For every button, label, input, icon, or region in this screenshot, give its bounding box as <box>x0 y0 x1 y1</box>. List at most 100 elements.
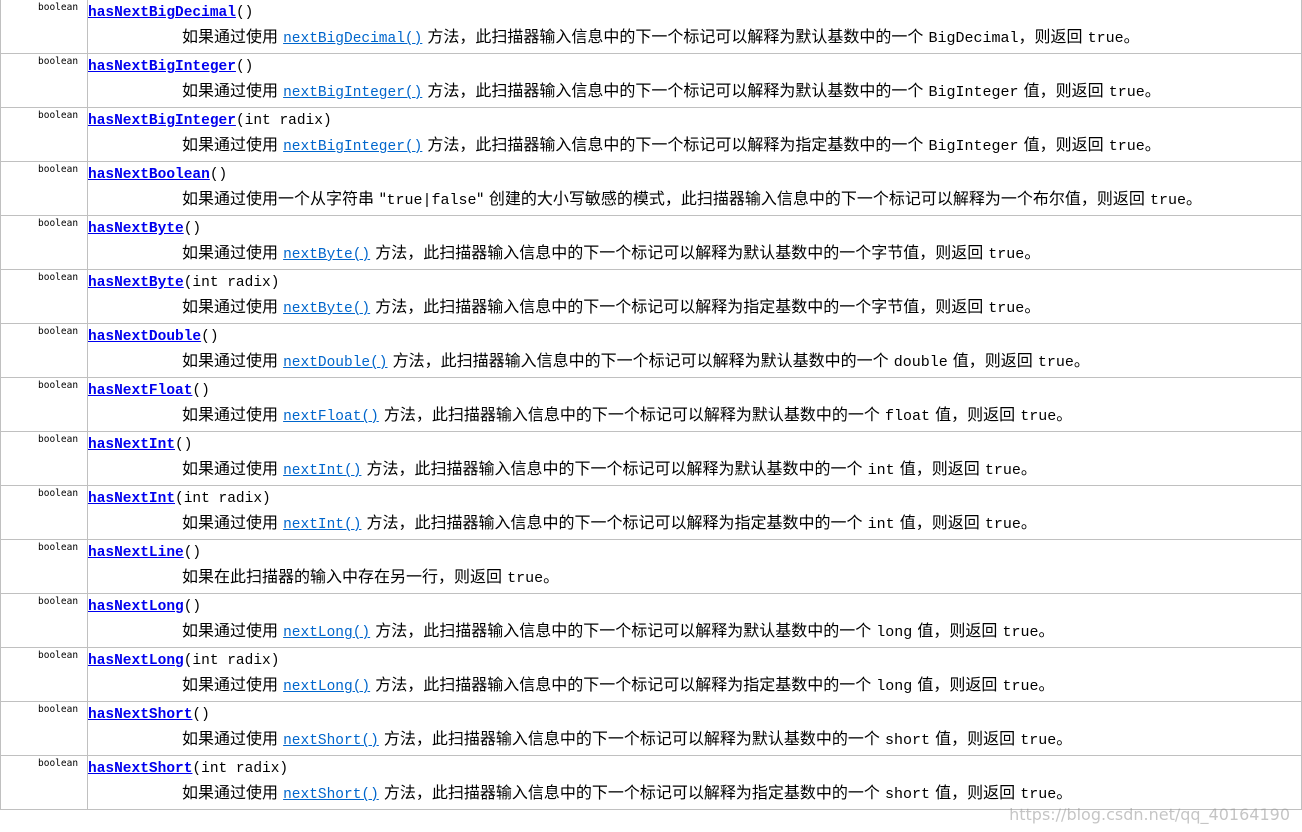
method-description: 如果通过使用 nextBigDecimal() 方法，此扫描器输入信息中的下一个… <box>88 26 1301 53</box>
method-params: () <box>235 59 254 75</box>
method-row: boolean hasNextShort(int radix) 如果通过使用 nex… <box>0 755 1302 810</box>
code-literal: int <box>867 516 895 533</box>
code-literal: true <box>988 246 1025 263</box>
description-text: 值，则返回 <box>1018 135 1109 154</box>
method-detail-cell: hasNextLong(int radix) 如果通过使用 nextLong() … <box>87 647 1302 702</box>
method-signature: hasNextLong(int radix) <box>88 648 1301 674</box>
description-text: " 创建的大小写敏感的模式，此扫描器输入信息中的下一个标记可以解释为一个布尔值，… <box>476 189 1151 208</box>
method-signature: hasNextInt() <box>88 432 1301 458</box>
method-row: boolean hasNextLong() 如果通过使用 nextLong() 方法… <box>0 593 1302 648</box>
return-type: boolean <box>38 542 79 553</box>
method-detail-cell: hasNextShort(int radix) 如果通过使用 nextShort(… <box>87 755 1302 810</box>
method-row: boolean hasNextInt() 如果通过使用 nextInt() 方法，此… <box>0 431 1302 486</box>
code-literal: true <box>1002 624 1039 641</box>
return-type: boolean <box>38 272 79 283</box>
method-params: (int radix) <box>183 653 280 669</box>
method-signature: hasNextBigDecimal() <box>88 0 1301 26</box>
method-reference-link[interactable]: nextLong() <box>283 625 370 641</box>
description-text: 值，则返回 <box>1018 81 1109 100</box>
method-name-link[interactable]: hasNextFloat <box>88 383 192 399</box>
method-reference-link[interactable]: nextInt() <box>283 517 361 533</box>
return-type: boolean <box>38 434 79 445</box>
method-params: () <box>183 599 202 615</box>
method-reference-link[interactable]: nextBigInteger() <box>283 139 422 155</box>
code-literal: true <box>1150 192 1187 209</box>
method-name-link[interactable]: hasNextInt <box>88 491 175 507</box>
method-reference-link[interactable]: nextBigDecimal() <box>283 31 422 47</box>
method-name-link[interactable]: hasNextLine <box>88 545 184 561</box>
description-text: 值，则返回 <box>912 675 1003 694</box>
return-type-cell: boolean <box>0 755 88 810</box>
description-text: 如果通过使用 <box>182 243 284 262</box>
description-text: 值，则返回 <box>912 621 1003 640</box>
method-name-link[interactable]: hasNextByte <box>88 221 184 237</box>
method-reference-link[interactable]: nextFloat() <box>283 409 379 425</box>
code-literal: int <box>867 462 895 479</box>
method-reference-link[interactable]: nextShort() <box>283 787 379 803</box>
description-text: 如果通过使用 <box>182 675 284 694</box>
method-reference-link[interactable]: nextShort() <box>283 733 379 749</box>
method-reference-link[interactable]: nextBigInteger() <box>283 85 422 101</box>
description-text: 。 <box>1056 783 1073 802</box>
description-text: 。 <box>1186 189 1203 208</box>
method-row: boolean hasNextInt(int radix) 如果通过使用 nextI… <box>0 485 1302 540</box>
code-literal: true <box>1002 678 1039 695</box>
method-reference-link[interactable]: nextDouble() <box>283 355 387 371</box>
method-description: 如果通过使用 nextByte() 方法，此扫描器输入信息中的下一个标记可以解释… <box>88 242 1301 269</box>
description-text: 方法，此扫描器输入信息中的下一个标记可以解释为指定基数中的一个 <box>361 513 868 532</box>
description-text: 方法，此扫描器输入信息中的下一个标记可以解释为默认基数中的一个 <box>370 621 877 640</box>
return-type-cell: boolean <box>0 431 88 486</box>
method-reference-link[interactable]: nextInt() <box>283 463 361 479</box>
method-description: 如果通过使用 nextFloat() 方法，此扫描器输入信息中的下一个标记可以解… <box>88 404 1301 431</box>
method-name-link[interactable]: hasNextBoolean <box>88 167 210 183</box>
method-params: () <box>175 437 193 453</box>
method-description: 如果通过使用 nextBigInteger() 方法，此扫描器输入信息中的下一个… <box>88 80 1301 107</box>
description-text: 如果通过使用 <box>182 27 284 46</box>
method-row: boolean hasNextBigInteger() 如果通过使用 nextBig… <box>0 53 1302 108</box>
method-detail-cell: hasNextInt() 如果通过使用 nextInt() 方法，此扫描器输入信息… <box>87 431 1302 486</box>
method-name-link[interactable]: hasNextBigDecimal <box>88 5 236 21</box>
method-name-link[interactable]: hasNextByte <box>88 275 184 291</box>
method-name-link[interactable]: hasNextBigInteger <box>88 59 236 75</box>
description-text: 方法，此扫描器输入信息中的下一个标记可以解释为默认基数中的一个字节值，则返回 <box>370 243 989 262</box>
return-type: boolean <box>38 488 79 499</box>
method-reference-link[interactable]: nextByte() <box>283 301 370 317</box>
code-literal: true <box>1037 354 1074 371</box>
description-text: 方法，此扫描器输入信息中的下一个标记可以解释为默认基数中的一个 <box>378 729 885 748</box>
method-detail-cell: hasNextDouble() 如果通过使用 nextDouble() 方法，此扫… <box>87 323 1302 378</box>
method-name-link[interactable]: hasNextDouble <box>88 329 201 345</box>
method-name-link[interactable]: hasNextShort <box>88 761 192 777</box>
description-text: 方法，此扫描器输入信息中的下一个标记可以解释为指定基数中的一个 <box>370 675 877 694</box>
code-literal: true <box>988 300 1025 317</box>
return-type: boolean <box>38 704 79 715</box>
return-type: boolean <box>38 380 79 391</box>
method-signature: hasNextByte(int radix) <box>88 270 1301 296</box>
description-text: 值，则返回 <box>930 783 1021 802</box>
method-detail-cell: hasNextShort() 如果通过使用 nextShort() 方法，此扫描器… <box>87 701 1302 756</box>
method-name-link[interactable]: hasNextShort <box>88 707 192 723</box>
return-type: boolean <box>38 596 79 607</box>
method-name-link[interactable]: hasNextBigInteger <box>88 113 236 129</box>
method-detail-cell: hasNextBigDecimal() 如果通过使用 nextBigDecimal… <box>87 0 1302 54</box>
method-summary-table: boolean hasNextBigDecimal() 如果通过使用 nextBig… <box>0 0 1302 810</box>
description-text: 如果在此扫描器的输入中存在另一行，则返回 <box>182 567 508 586</box>
code-literal: true <box>984 516 1021 533</box>
method-name-link[interactable]: hasNextLong <box>88 653 184 669</box>
method-name-link[interactable]: hasNextInt <box>88 437 175 453</box>
method-params: (int radix) <box>183 275 280 291</box>
description-text: 如果通过使用 <box>182 81 284 100</box>
code-literal: short <box>885 732 931 749</box>
method-params: () <box>209 167 228 183</box>
method-name-link[interactable]: hasNextLong <box>88 599 184 615</box>
description-text: 。 <box>1020 459 1037 478</box>
method-signature: hasNextDouble() <box>88 324 1301 350</box>
description-text: 值，则返回 <box>930 729 1021 748</box>
return-type-cell: boolean <box>0 107 88 162</box>
code-literal: true|false <box>386 192 477 209</box>
method-row: boolean hasNextLong(int radix) 如果通过使用 next… <box>0 647 1302 702</box>
code-literal: true <box>1087 30 1124 47</box>
method-params: () <box>192 707 210 723</box>
method-reference-link[interactable]: nextByte() <box>283 247 370 263</box>
method-reference-link[interactable]: nextLong() <box>283 679 370 695</box>
method-description: 如果通过使用一个从字符串 "true|false" 创建的大小写敏感的模式，此扫… <box>88 188 1301 215</box>
